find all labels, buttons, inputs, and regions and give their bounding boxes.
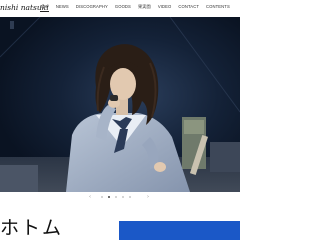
nav-news[interactable]: NEWS: [56, 4, 69, 10]
nav-contact[interactable]: CONTACT: [178, 4, 199, 10]
carousel-dot-2[interactable]: [108, 196, 110, 198]
nav-contents[interactable]: CONTENTS: [206, 4, 230, 10]
main-nav: TOP NEWS DISCOGRAPHY GOODS 果実園 VIDEO CON…: [40, 4, 237, 14]
carousel-dot-5[interactable]: [129, 196, 131, 198]
nav-goods[interactable]: GOODS: [115, 4, 131, 10]
news-banner[interactable]: [119, 221, 240, 240]
section-heading: ホトム: [0, 218, 64, 239]
carousel-next-arrow[interactable]: ›: [147, 194, 149, 200]
hero-slide-image: [0, 17, 240, 192]
carousel-dot-4[interactable]: [122, 196, 124, 198]
nav-kajitsuen[interactable]: 果実園: [138, 4, 151, 10]
nav-video[interactable]: VIDEO: [158, 4, 172, 10]
nav-top[interactable]: TOP: [40, 4, 49, 12]
carousel-dot-1[interactable]: [101, 196, 103, 198]
carousel-dot-3[interactable]: [115, 196, 117, 198]
site-header: nishi natsuki TOP NEWS DISCOGRAPHY GOODS…: [0, 0, 240, 17]
carousel-prev-arrow[interactable]: ‹: [89, 194, 91, 200]
concert-photo: [0, 17, 240, 192]
carousel-pagination: ‹ ›: [0, 193, 240, 201]
nav-discography[interactable]: DISCOGRAPHY: [76, 4, 108, 10]
